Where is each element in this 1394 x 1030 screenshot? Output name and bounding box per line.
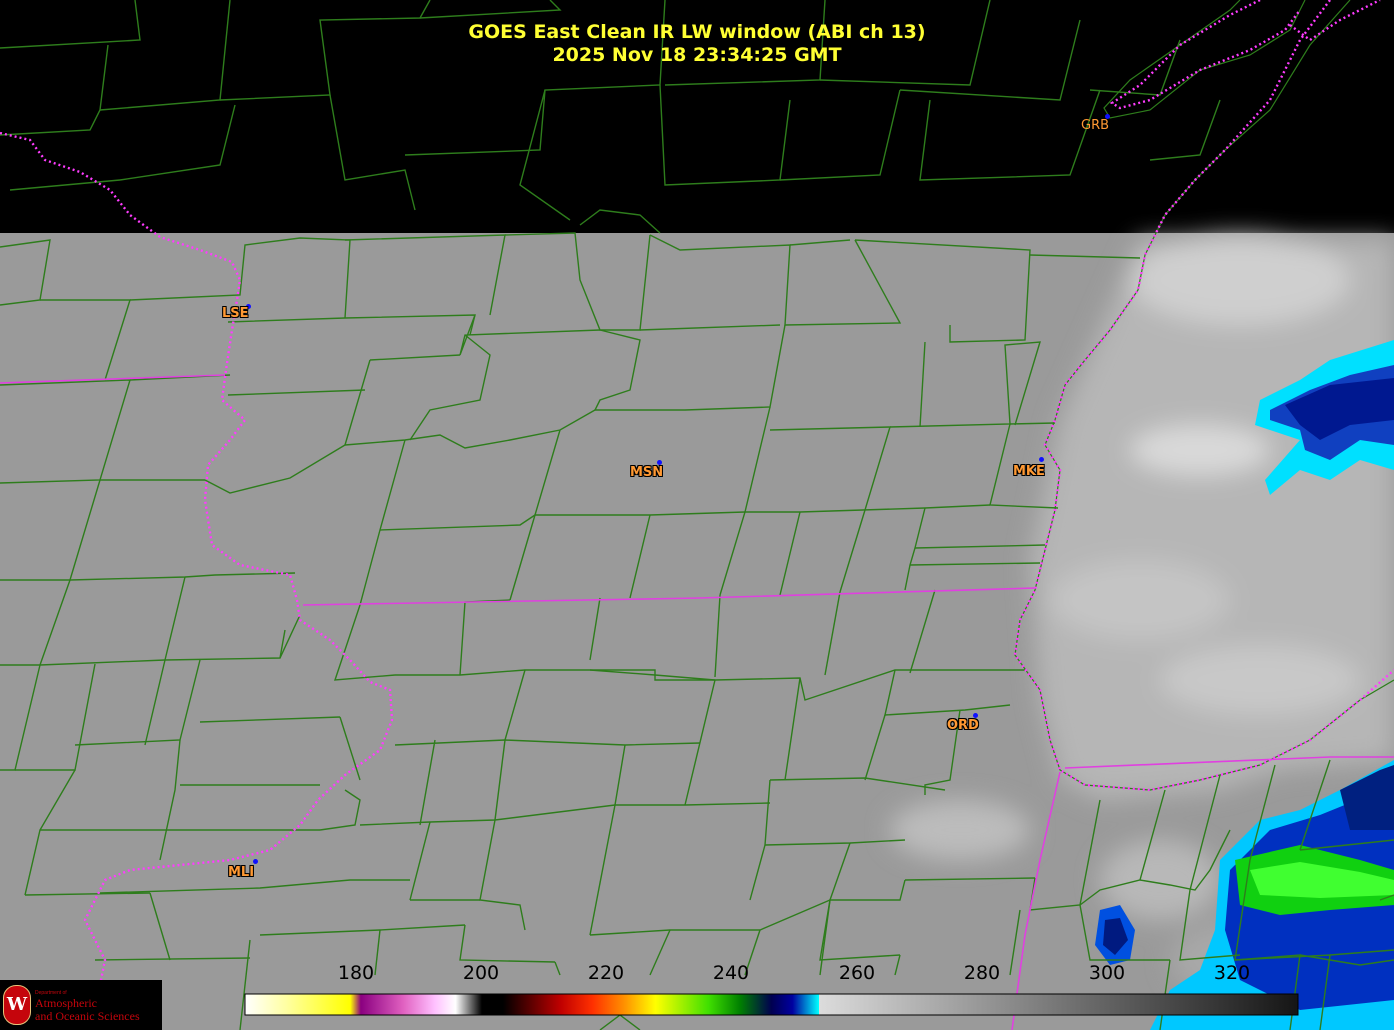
- colorbar-tick: 200: [462, 962, 500, 984]
- city-dot-mli: [253, 859, 258, 864]
- colorbar-tick: 240: [712, 962, 750, 984]
- uw-seal-icon: W: [3, 985, 31, 1025]
- image-title: GOES East Clean IR LW window (ABI ch 13): [468, 21, 926, 43]
- image-timestamp: 2025 Nov 18 23:34:25 GMT: [552, 44, 842, 66]
- city-label-lse: LSE: [222, 306, 249, 321]
- colorbar-tick: 320: [1213, 962, 1251, 984]
- city-label-mke: MKE: [1013, 464, 1045, 479]
- aos-logo: W Department of Atmospheric and Oceanic …: [0, 980, 162, 1030]
- colorbar: [244, 993, 1299, 1016]
- logo-line2: and Oceanic Sciences: [35, 1009, 140, 1023]
- colorbar-tick: 280: [963, 962, 1001, 984]
- city-label-msn: MSN: [630, 465, 664, 480]
- city-label-grb: GRB: [1081, 118, 1110, 133]
- colorbar-tick: 300: [1088, 962, 1126, 984]
- city-dot-mke: [1039, 457, 1044, 462]
- city-label-ord: ORD: [947, 718, 979, 733]
- satellite-map: [0, 0, 1394, 1030]
- colorbar-tick: 180: [337, 962, 375, 984]
- colorbar-tick: 220: [587, 962, 625, 984]
- colorbar-tick: 260: [838, 962, 876, 984]
- city-label-mli: MLI: [228, 865, 255, 880]
